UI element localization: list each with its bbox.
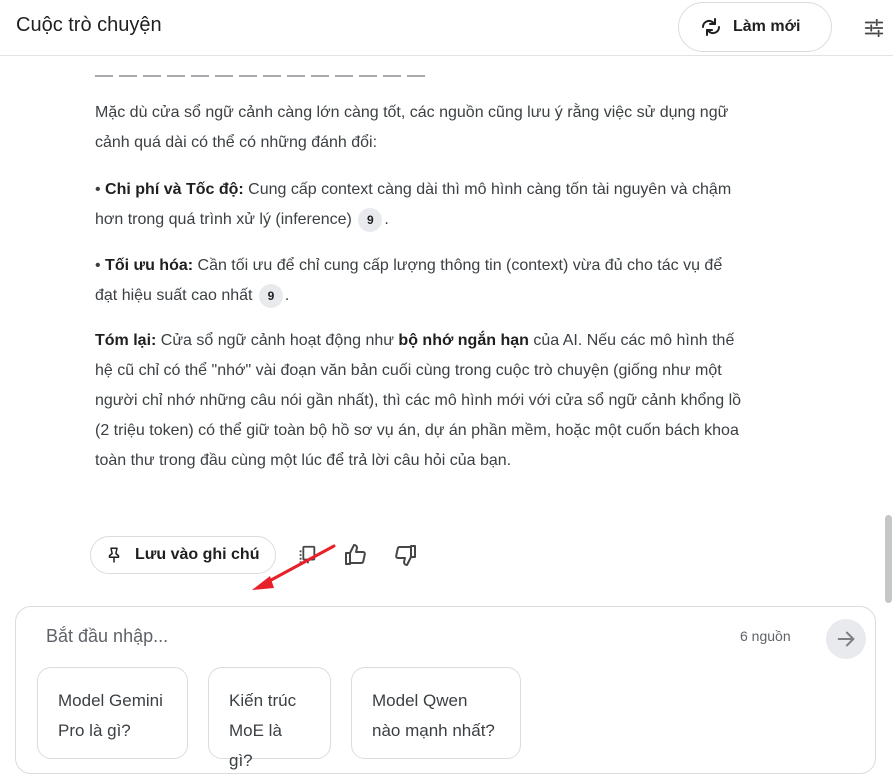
suggestion-chip[interactable]: Kiến trúc MoE là gì? — [208, 667, 331, 770]
citation-badge[interactable]: 9 — [358, 207, 383, 232]
refresh-icon — [701, 18, 721, 36]
pin-icon — [108, 547, 120, 563]
clipped-text-line — [95, 65, 425, 77]
thumbs-up-button[interactable] — [338, 537, 374, 573]
bullet-optimization: • Tối ưu hóa: Cần tối ưu để chỉ cung cấp… — [95, 251, 745, 311]
suggestion-chip[interactable]: Model Qwen nào mạnh nhất? — [351, 667, 521, 759]
annotation-arrow — [252, 544, 336, 590]
thumbs-down-icon — [395, 545, 417, 566]
arrow-right-icon — [837, 631, 855, 647]
chat-input[interactable] — [46, 623, 646, 649]
save-note-label: Lưu vào ghi chú — [135, 546, 260, 563]
refresh-button[interactable]: Làm mới — [678, 2, 832, 52]
scrollbar-thumb[interactable] — [885, 515, 892, 603]
sources-count: 6 nguồn — [740, 628, 791, 644]
chat-composer: 6 nguồn Model Gemini Pro là gì? Kiến trú… — [15, 606, 876, 774]
refresh-label: Làm mới — [733, 18, 801, 35]
citation-badge[interactable]: 9 — [258, 283, 283, 308]
thumbs-up-icon — [345, 544, 367, 565]
message-paragraph: Mặc dù cửa sổ ngữ cảnh càng lớn càng tốt… — [95, 104, 729, 151]
chat-header: Cuộc trò chuyện Làm mới — [0, 0, 893, 56]
bullet-cost-speed: • Chi phí và Tốc độ: Cung cấp context cà… — [95, 175, 745, 235]
tune-icon — [864, 18, 884, 38]
send-button[interactable] — [826, 619, 866, 659]
summary-paragraph: Tóm lại: Cửa sổ ngữ cảnh hoạt động như b… — [95, 332, 742, 469]
settings-tune-button[interactable] — [858, 12, 890, 44]
suggestion-chip[interactable]: Model Gemini Pro là gì? — [37, 667, 188, 759]
chat-message: Mặc dù cửa sổ ngữ cảnh càng lớn càng tốt… — [0, 57, 880, 597]
page-title: Cuộc trò chuyện — [16, 14, 162, 36]
thumbs-down-button[interactable] — [387, 537, 423, 573]
